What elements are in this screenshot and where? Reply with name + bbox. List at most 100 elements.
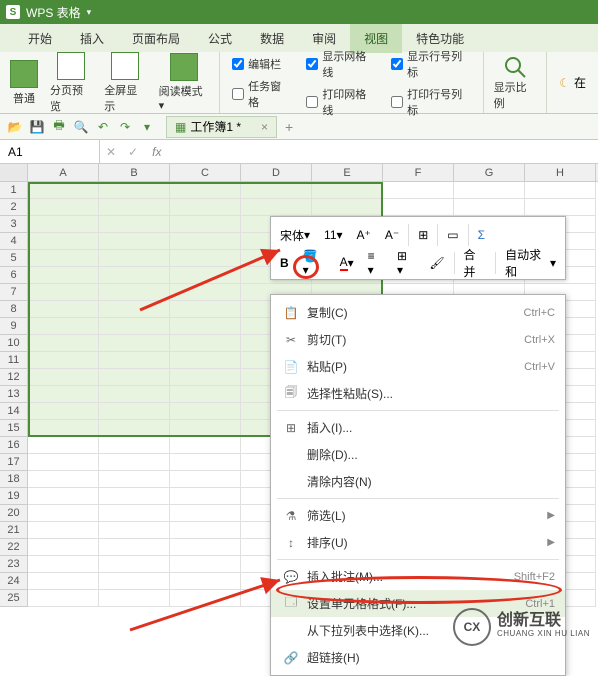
bold-button[interactable]: B <box>275 253 294 273</box>
cell[interactable] <box>99 216 170 233</box>
cell[interactable] <box>28 199 99 216</box>
tab-data[interactable]: 数据 <box>246 24 298 53</box>
cancel-icon[interactable]: ✕ <box>100 145 122 159</box>
cell[interactable] <box>28 267 99 284</box>
cell[interactable] <box>170 182 241 199</box>
check-show-headings[interactable]: 显示行号列标 <box>391 48 470 80</box>
menu-item[interactable]: ✂剪切(T)Ctrl+X <box>271 326 565 353</box>
open-icon[interactable]: 📂 <box>6 118 24 136</box>
cell[interactable] <box>241 199 312 216</box>
cell-reference-box[interactable]: A1 <box>0 140 100 163</box>
col-header[interactable]: C <box>170 164 241 181</box>
cell[interactable] <box>28 250 99 267</box>
menu-item[interactable]: ⊞插入(I)... <box>271 414 565 441</box>
row-header[interactable]: 11 <box>0 352 28 369</box>
cell[interactable] <box>454 199 525 216</box>
cell[interactable] <box>170 590 241 607</box>
row-header[interactable]: 4 <box>0 233 28 250</box>
check-show-gridlines[interactable]: 显示网格线 <box>306 48 375 80</box>
cell[interactable] <box>28 539 99 556</box>
cell[interactable] <box>99 454 170 471</box>
cell[interactable] <box>28 335 99 352</box>
cell[interactable] <box>28 505 99 522</box>
cell[interactable] <box>99 301 170 318</box>
cell[interactable] <box>99 420 170 437</box>
row-header[interactable]: 13 <box>0 386 28 403</box>
save-icon[interactable]: 💾 <box>28 118 46 136</box>
cell[interactable] <box>99 403 170 420</box>
col-header[interactable]: F <box>383 164 454 181</box>
cell[interactable] <box>99 386 170 403</box>
cell[interactable] <box>170 216 241 233</box>
cell[interactable] <box>28 233 99 250</box>
format-painter-icon[interactable]: 🖌 <box>424 253 449 273</box>
row-header[interactable]: 10 <box>0 335 28 352</box>
cell[interactable] <box>170 199 241 216</box>
cell[interactable] <box>170 420 241 437</box>
cell[interactable] <box>170 471 241 488</box>
document-tab[interactable]: ▦ 工作簿1 * × <box>166 116 277 138</box>
tab-page-layout[interactable]: 页面布局 <box>118 24 194 53</box>
undo-icon[interactable]: ↶ <box>94 118 112 136</box>
cell[interactable] <box>28 182 99 199</box>
cell[interactable] <box>99 318 170 335</box>
fill-color-button[interactable]: 🪣 ▾ <box>298 246 331 280</box>
cell[interactable] <box>28 556 99 573</box>
cell[interactable] <box>99 233 170 250</box>
cell[interactable] <box>99 250 170 267</box>
menu-item[interactable]: 🗐选择性粘贴(S)... <box>271 380 565 407</box>
cell[interactable] <box>312 182 383 199</box>
row-header[interactable]: 15 <box>0 420 28 437</box>
font-color-button[interactable]: A ▾ <box>335 252 359 274</box>
cell[interactable] <box>28 437 99 454</box>
cell[interactable] <box>170 369 241 386</box>
cell[interactable] <box>170 505 241 522</box>
cell[interactable] <box>99 556 170 573</box>
confirm-icon[interactable]: ✓ <box>122 145 144 159</box>
check-task-pane[interactable]: 任务窗格 <box>232 78 290 110</box>
tab-formula[interactable]: 公式 <box>194 24 246 53</box>
close-tab-icon[interactable]: × <box>261 120 268 134</box>
cell[interactable] <box>170 437 241 454</box>
cell[interactable] <box>454 182 525 199</box>
cell[interactable] <box>170 488 241 505</box>
cell[interactable] <box>28 420 99 437</box>
cell[interactable] <box>99 573 170 590</box>
row-header[interactable]: 5 <box>0 250 28 267</box>
row-header[interactable]: 16 <box>0 437 28 454</box>
autosum-label[interactable]: 自动求和 ▾ <box>500 243 561 283</box>
row-header[interactable]: 18 <box>0 471 28 488</box>
cell[interactable] <box>170 250 241 267</box>
menu-item[interactable]: 📄粘贴(P)Ctrl+V <box>271 353 565 380</box>
row-header[interactable]: 24 <box>0 573 28 590</box>
cell[interactable] <box>28 301 99 318</box>
cell[interactable] <box>99 471 170 488</box>
cell[interactable] <box>170 386 241 403</box>
cell[interactable] <box>170 318 241 335</box>
view-normal-button[interactable]: 普通 <box>4 58 44 108</box>
row-header[interactable]: 9 <box>0 318 28 335</box>
merge-button[interactable]: ▭ <box>442 225 463 245</box>
cell[interactable] <box>28 471 99 488</box>
cell[interactable] <box>99 488 170 505</box>
row-header[interactable]: 3 <box>0 216 28 233</box>
print-icon[interactable]: 🖶 <box>50 118 68 136</box>
select-all-corner[interactable] <box>0 164 28 181</box>
cell[interactable] <box>170 403 241 420</box>
cell[interactable] <box>170 267 241 284</box>
cell[interactable] <box>28 284 99 301</box>
row-header[interactable]: 12 <box>0 369 28 386</box>
cell[interactable] <box>170 522 241 539</box>
menu-item[interactable]: ⚗筛选(L)▶ <box>271 502 565 529</box>
cell[interactable] <box>28 216 99 233</box>
cell[interactable] <box>99 335 170 352</box>
cell[interactable] <box>28 573 99 590</box>
cell[interactable] <box>170 539 241 556</box>
autosum-button[interactable]: Σ <box>473 225 490 245</box>
decrease-font-icon[interactable]: A⁻ <box>380 225 404 245</box>
font-name-select[interactable]: 宋体 ▾ <box>275 224 315 247</box>
view-page-break-button[interactable]: 分页预览 <box>44 50 98 116</box>
cell[interactable] <box>170 335 241 352</box>
menu-item[interactable]: 📋复制(C)Ctrl+C <box>271 299 565 326</box>
cell[interactable] <box>170 284 241 301</box>
